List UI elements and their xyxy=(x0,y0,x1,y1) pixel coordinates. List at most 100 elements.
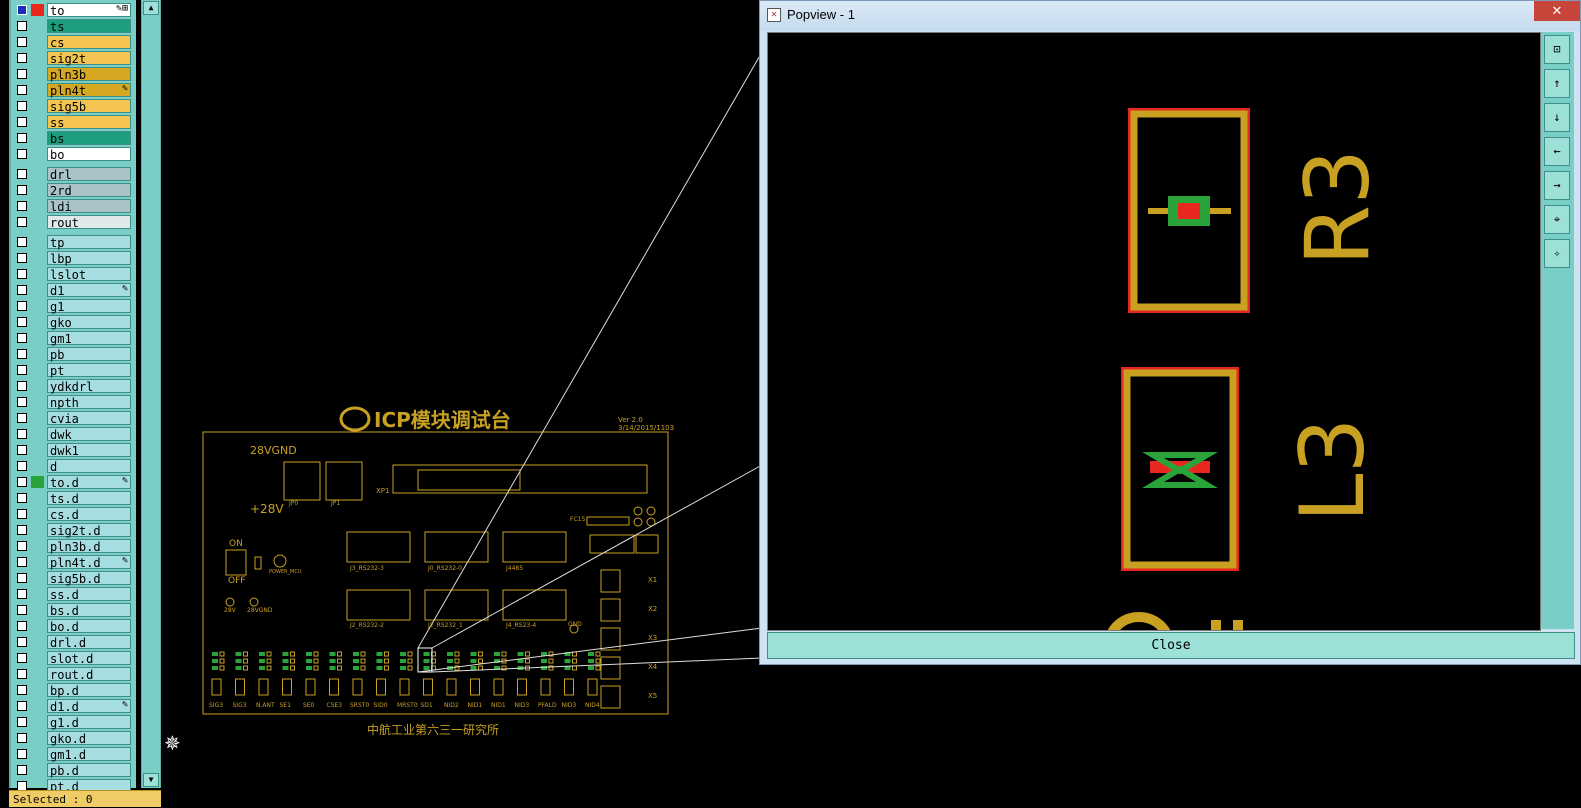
layer-checkbox[interactable] xyxy=(17,269,27,279)
layer-name[interactable]: to.d xyxy=(47,475,131,490)
layer-name[interactable]: cvia xyxy=(47,411,131,426)
layer-name[interactable]: ts.d xyxy=(47,491,131,506)
layer-row[interactable]: ydkdrl xyxy=(14,378,132,394)
layer-row[interactable]: gm1.d xyxy=(14,746,132,762)
layer-name[interactable]: ldi xyxy=(47,199,131,214)
layer-row[interactable]: pln3b.d xyxy=(14,538,132,554)
layer-name[interactable]: dwk1 xyxy=(47,443,131,458)
layer-name[interactable]: bo.d xyxy=(47,619,131,634)
layer-checkbox[interactable] xyxy=(17,765,27,775)
layer-checkbox[interactable] xyxy=(17,493,27,503)
window-close-button[interactable]: ✕ xyxy=(1534,1,1580,21)
layer-row[interactable]: d1.d ✎ xyxy=(14,698,132,714)
layer-checkbox[interactable] xyxy=(17,733,27,743)
layer-row[interactable]: sig2t.d xyxy=(14,522,132,538)
layer-row[interactable]: drl.d xyxy=(14,634,132,650)
layer-row[interactable]: pb.d xyxy=(14,762,132,778)
layer-row[interactable]: d xyxy=(14,458,132,474)
layer-name[interactable]: gko.d xyxy=(47,731,131,746)
layer-row[interactable]: pln4t.d ✎ xyxy=(14,554,132,570)
layer-checkbox[interactable] xyxy=(17,509,27,519)
layer-row[interactable]: sig2t xyxy=(14,50,132,66)
layer-checkbox[interactable] xyxy=(17,541,27,551)
layer-checkbox[interactable] xyxy=(17,429,27,439)
layer-row[interactable]: bp.d xyxy=(14,682,132,698)
layer-row[interactable]: cvia xyxy=(14,410,132,426)
layer-checkbox[interactable] xyxy=(17,397,27,407)
layer-row[interactable]: bs.d xyxy=(14,602,132,618)
layer-checkbox[interactable] xyxy=(17,237,27,247)
layer-name[interactable]: d1 xyxy=(47,283,131,298)
scroll-up-icon[interactable]: ▲ xyxy=(143,1,159,15)
layer-name[interactable]: drl xyxy=(47,167,131,182)
layer-name[interactable]: dwk xyxy=(47,427,131,442)
layer-scrollbar[interactable]: ▲ ▼ xyxy=(141,0,161,788)
layer-name[interactable]: bs.d xyxy=(47,603,131,618)
layer-row[interactable]: rout xyxy=(14,214,132,230)
layer-checkbox[interactable] xyxy=(17,653,27,663)
layer-row[interactable]: ldi xyxy=(14,198,132,214)
layer-row[interactable]: pln3b xyxy=(14,66,132,82)
layer-name[interactable]: pt xyxy=(47,363,131,378)
layer-checkbox[interactable] xyxy=(17,621,27,631)
layer-row[interactable]: to ✎⊞ xyxy=(14,2,132,18)
layer-row[interactable]: pb xyxy=(14,346,132,362)
layer-checkbox[interactable] xyxy=(17,85,27,95)
layer-name[interactable]: rout xyxy=(47,215,131,230)
layer-name[interactable]: lbp xyxy=(47,251,131,266)
layer-checkbox[interactable] xyxy=(17,317,27,327)
layer-checkbox[interactable] xyxy=(17,301,27,311)
layer-row[interactable]: drl xyxy=(14,166,132,182)
layer-checkbox[interactable] xyxy=(17,461,27,471)
layer-checkbox[interactable] xyxy=(17,477,27,487)
layer-checkbox[interactable] xyxy=(17,101,27,111)
layer-row[interactable]: pln4t ✎ xyxy=(14,82,132,98)
layer-checkbox[interactable] xyxy=(17,605,27,615)
layer-checkbox[interactable] xyxy=(17,685,27,695)
popview-titlebar[interactable]: ✕ Popview - 1 ✕ xyxy=(760,1,1580,31)
layer-checkbox[interactable] xyxy=(17,749,27,759)
layer-row[interactable]: ss xyxy=(14,114,132,130)
layer-checkbox[interactable] xyxy=(17,53,27,63)
layer-checkbox[interactable] xyxy=(17,185,27,195)
layer-row[interactable]: npth xyxy=(14,394,132,410)
layer-checkbox[interactable] xyxy=(17,669,27,679)
popview-window[interactable]: ✕ Popview - 1 ✕ R3 L3 ⊡ ↑ ↓ ← → ⌖ ✧ Close xyxy=(759,0,1581,665)
layer-row[interactable]: 2rd xyxy=(14,182,132,198)
layer-checkbox[interactable] xyxy=(17,149,27,159)
layer-name[interactable]: cs xyxy=(47,35,131,50)
layer-row[interactable]: bo.d xyxy=(14,618,132,634)
layer-row[interactable]: d1 ✎ xyxy=(14,282,132,298)
layer-checkbox[interactable] xyxy=(17,413,27,423)
scroll-down-icon[interactable]: ▼ xyxy=(143,773,159,787)
layer-row[interactable]: g1.d xyxy=(14,714,132,730)
layer-name[interactable]: 2rd xyxy=(47,183,131,198)
layer-checkbox[interactable] xyxy=(17,717,27,727)
layer-checkbox[interactable] xyxy=(17,169,27,179)
layer-checkbox[interactable] xyxy=(17,349,27,359)
layer-checkbox[interactable] xyxy=(17,201,27,211)
layer-name[interactable]: gko xyxy=(47,315,131,330)
layer-checkbox[interactable] xyxy=(17,333,27,343)
layer-checkbox[interactable] xyxy=(17,37,27,47)
layer-checkbox[interactable] xyxy=(17,117,27,127)
layer-name[interactable]: sig5b xyxy=(47,99,131,114)
pan-right-icon[interactable]: → xyxy=(1544,171,1570,200)
layer-name[interactable]: npth xyxy=(47,395,131,410)
zoom-in-icon[interactable]: ⌖ xyxy=(1544,205,1570,234)
layer-name[interactable]: sig2t.d xyxy=(47,523,131,538)
layer-row[interactable]: bo xyxy=(14,146,132,162)
layer-checkbox[interactable] xyxy=(17,21,27,31)
layer-row[interactable]: ts xyxy=(14,18,132,34)
layer-checkbox[interactable] xyxy=(17,5,27,15)
layer-name[interactable]: d xyxy=(47,459,131,474)
layer-name[interactable]: sig2t xyxy=(47,51,131,66)
layer-checkbox[interactable] xyxy=(17,253,27,263)
layer-name[interactable]: pln3b xyxy=(47,67,131,82)
layer-name[interactable]: pb xyxy=(47,347,131,362)
zoom-out-icon[interactable]: ✧ xyxy=(1544,239,1570,268)
layer-color-swatch[interactable] xyxy=(31,4,44,16)
popview-viewport[interactable]: R3 L3 xyxy=(767,32,1541,631)
layer-row[interactable]: to.d ✎ xyxy=(14,474,132,490)
layer-checkbox[interactable] xyxy=(17,637,27,647)
